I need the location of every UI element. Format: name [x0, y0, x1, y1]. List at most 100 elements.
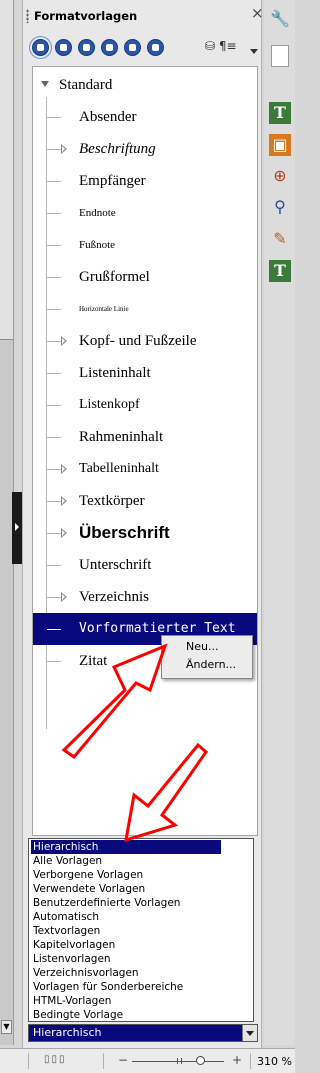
- tree-connector: [47, 629, 61, 630]
- filter-option[interactable]: Verborgene Vorlagen: [31, 868, 143, 882]
- style-label: Grußformel: [79, 269, 150, 285]
- style-label: Rahmeninhalt: [79, 429, 164, 445]
- tree-connector: [47, 597, 61, 598]
- expand-icon[interactable]: [61, 336, 67, 346]
- page-styles-icon[interactable]: [101, 39, 118, 56]
- style-tree[interactable]: Standard Absender Beschriftung Empfänger En…: [32, 66, 258, 836]
- style-row[interactable]: Tabelleninhalt: [33, 453, 257, 485]
- zoom-value[interactable]: 310 %: [257, 1055, 292, 1068]
- table-styles-icon[interactable]: [147, 39, 164, 56]
- manage-changes-icon[interactable]: ✎: [269, 228, 291, 250]
- tree-connector: [47, 373, 61, 374]
- styles-toolbar: ⛁ ¶≡: [23, 36, 261, 60]
- character-styles-icon[interactable]: [55, 39, 72, 56]
- zoom-in-button[interactable]: +: [232, 1053, 242, 1067]
- tree-connector: [47, 565, 61, 566]
- close-icon[interactable]: ×: [251, 4, 264, 22]
- filter-option[interactable]: Textvorlagen: [31, 924, 100, 938]
- styles-icon[interactable]: T: [269, 102, 291, 124]
- tree-connector: [47, 341, 61, 342]
- expand-icon[interactable]: [61, 496, 67, 506]
- style-row[interactable]: Fußnote: [33, 229, 257, 261]
- filter-option[interactable]: Alle Vorlagen: [31, 854, 102, 868]
- tree-connector: [47, 469, 61, 470]
- context-menu: Neu... Ändern...: [161, 635, 253, 679]
- tree-root-row[interactable]: Standard: [33, 69, 257, 101]
- style-row[interactable]: Überschrift: [33, 517, 257, 549]
- view-layout-icon[interactable]: ▯▯▯: [44, 1054, 67, 1065]
- status-bar: ▯▯▯ − + 310 %: [0, 1048, 295, 1073]
- zoom-slider-knob[interactable]: [196, 1056, 205, 1065]
- expand-icon[interactable]: [61, 144, 67, 154]
- tree-connector: [47, 181, 61, 182]
- paragraph-styles-icon[interactable]: [32, 39, 49, 56]
- sidebar-tab-bar: 🔧 T ▣ ⊕ ⚲ ✎ T: [264, 0, 295, 1045]
- list-styles-icon[interactable]: [124, 39, 141, 56]
- filter-select[interactable]: Hierarchisch: [28, 1024, 258, 1042]
- grip-icon[interactable]: [26, 9, 29, 23]
- wrench-icon[interactable]: 🔧: [269, 8, 291, 30]
- style-row[interactable]: Beschriftung: [33, 133, 257, 165]
- expand-icon[interactable]: [61, 464, 67, 474]
- navigator-icon[interactable]: ⊕: [269, 165, 291, 187]
- style-row[interactable]: Verzeichnis: [33, 581, 257, 613]
- filter-option[interactable]: HTML-Vorlagen: [31, 994, 111, 1008]
- filter-option[interactable]: Vorlagen für Sonderbereiche: [31, 980, 183, 994]
- vertical-scrollbar[interactable]: [0, 0, 13, 340]
- paint-bucket-icon[interactable]: ⛁: [205, 39, 215, 53]
- scroll-down-button[interactable]: ▼: [1, 1020, 12, 1034]
- expand-icon[interactable]: [61, 528, 67, 538]
- style-row[interactable]: Listenkopf: [33, 389, 257, 421]
- style-row[interactable]: Absender: [33, 101, 257, 133]
- style-label: Listeninhalt: [79, 365, 151, 381]
- style-row[interactable]: Grußformel: [33, 261, 257, 293]
- fill-format-icon[interactable]: ⛁ ¶≡: [205, 39, 237, 53]
- sidebar-collapse-handle[interactable]: [12, 492, 22, 564]
- zoom-out-button[interactable]: −: [118, 1053, 128, 1067]
- style-row[interactable]: Horizontale Linie: [33, 293, 257, 325]
- style-row[interactable]: Listeninhalt: [33, 357, 257, 389]
- filter-option[interactable]: Benutzerdefinierte Vorlagen: [31, 896, 180, 910]
- style-label: Unterschrift: [79, 557, 152, 573]
- style-row[interactable]: Textkörper: [33, 485, 257, 517]
- filter-dropdown-list[interactable]: Hierarchisch Alle Vorlagen Verborgene Vorl…: [28, 838, 254, 1022]
- tree-connector: [47, 117, 61, 118]
- filter-option[interactable]: Hierarchisch: [31, 840, 221, 854]
- filter-option[interactable]: Automatisch: [31, 910, 99, 924]
- style-row[interactable]: Endnote: [33, 197, 257, 229]
- expand-icon[interactable]: [61, 592, 67, 602]
- gallery-icon[interactable]: ▣: [269, 134, 291, 156]
- collapse-icon[interactable]: [41, 81, 49, 87]
- style-label: Kopf- und Fußzeile: [79, 333, 197, 349]
- filter-option[interactable]: Bedingte Vorlage: [31, 1008, 123, 1022]
- filter-option[interactable]: Verwendete Vorlagen: [31, 882, 145, 896]
- filter-option[interactable]: Verzeichnisvorlagen: [31, 966, 139, 980]
- tree-connector: [47, 533, 61, 534]
- tree-connector: [47, 405, 61, 406]
- deck-title-bar: Formatvorlagen ×: [23, 0, 264, 32]
- tree-connector: [47, 661, 61, 662]
- zoom-tick: [177, 1058, 178, 1064]
- status-separator: [250, 1053, 251, 1069]
- filter-option[interactable]: Listenvorlagen: [31, 952, 111, 966]
- style-row[interactable]: Kopf- und Fußzeile: [33, 325, 257, 357]
- chevron-down-icon[interactable]: [242, 1025, 257, 1041]
- frame-styles-icon[interactable]: [78, 39, 95, 56]
- design-icon[interactable]: T: [269, 260, 291, 282]
- context-menu-modify[interactable]: Ändern...: [186, 658, 236, 671]
- document-edge: ▼: [0, 0, 22, 1045]
- style-row[interactable]: Unterschrift: [33, 549, 257, 581]
- zoom-slider[interactable]: [132, 1061, 224, 1062]
- style-label: Tabelleninhalt: [79, 461, 159, 476]
- context-menu-new[interactable]: Neu...: [186, 640, 218, 653]
- style-row[interactable]: Empfänger: [33, 165, 257, 197]
- styles-actions-icon[interactable]: ¶≡: [219, 39, 237, 53]
- tree-connector: [47, 309, 61, 310]
- style-row[interactable]: Rahmeninhalt: [33, 421, 257, 453]
- filter-option[interactable]: Kapitelvorlagen: [31, 938, 115, 952]
- chevron-down-icon[interactable]: [250, 49, 258, 54]
- zoom-tick: [181, 1058, 182, 1064]
- page-icon[interactable]: [271, 45, 289, 67]
- tree-root-label: Standard: [59, 77, 113, 93]
- inspector-icon[interactable]: ⚲: [269, 196, 291, 218]
